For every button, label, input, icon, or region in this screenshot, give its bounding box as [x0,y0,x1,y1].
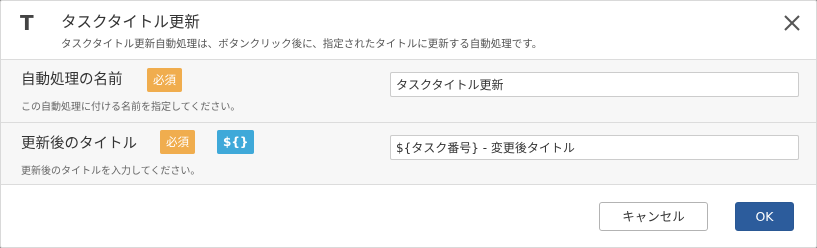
form-rows: 自動処理の名前 必須 この自動処理に付ける名前を指定してください。 更新後のタイ… [1,59,816,185]
dialog-header: T タスクタイトル更新 タスクタイトル更新自動処理は、ボタンクリック後に、指定さ… [1,1,816,59]
form-row-automation-name: 自動処理の名前 必須 この自動処理に付ける名前を指定してください。 [1,59,816,122]
dialog-title: タスクタイトル更新 [61,13,200,31]
new-title-label: 更新後のタイトル [21,136,137,152]
text-type-icon: T [20,11,34,35]
new-title-help: 更新後のタイトルを入力してください。 [21,166,201,177]
automation-name-label: 自動処理の名前 [21,72,123,88]
variable-insert-button[interactable]: ${} [217,130,255,154]
required-badge: 必須 [147,68,182,92]
automation-name-help: この自動処理に付ける名前を指定してください。 [21,102,241,113]
close-icon[interactable] [782,13,802,33]
dialog-subtitle: タスクタイトル更新自動処理は、ボタンクリック後に、指定されたタイトルに更新する自… [61,38,543,50]
required-badge: 必須 [160,130,195,154]
ok-button[interactable]: OK [735,202,794,231]
new-title-input[interactable] [390,135,799,160]
form-row-new-title: 更新後のタイトル 必須 ${} 更新後のタイトルを入力してください。 [1,122,816,185]
cancel-button[interactable]: キャンセル [599,202,708,231]
task-title-update-dialog: T タスクタイトル更新 タスクタイトル更新自動処理は、ボタンクリック後に、指定さ… [0,0,817,248]
automation-name-input[interactable] [390,72,799,97]
